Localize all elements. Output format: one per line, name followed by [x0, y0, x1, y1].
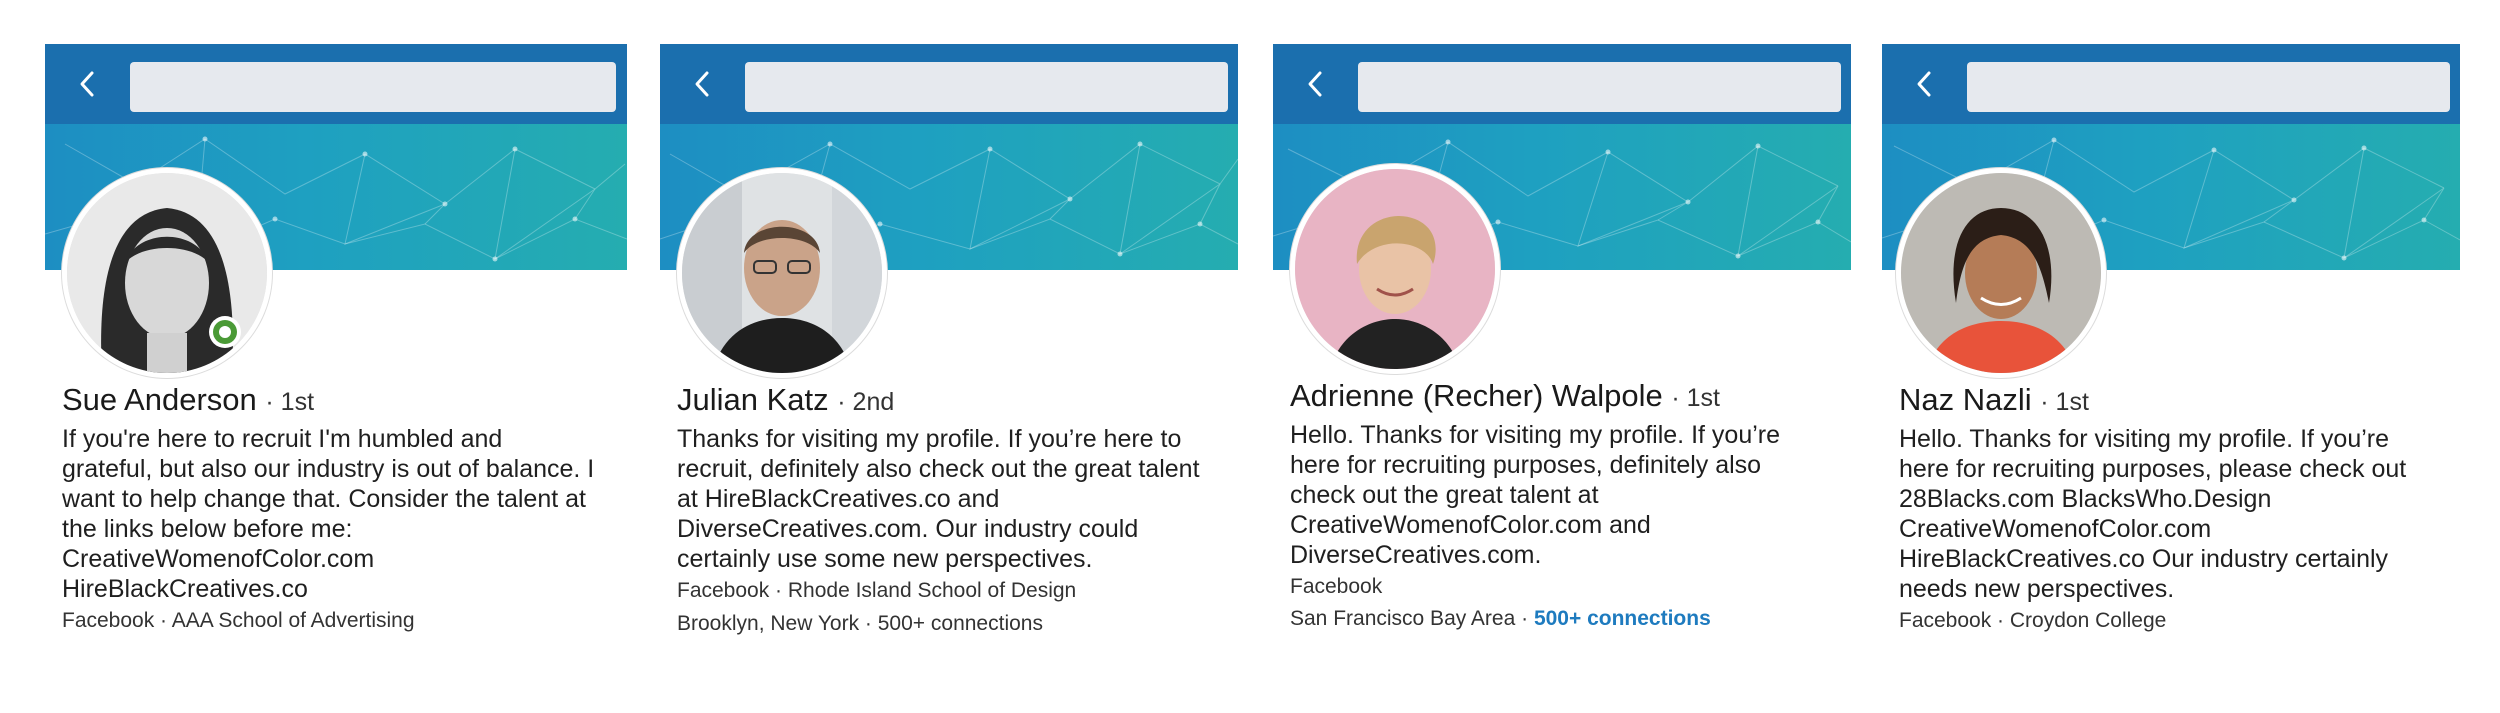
- connection-degree: · 1st: [2040, 388, 2089, 416]
- profile-name-line: Julian Katz · 2nd: [677, 380, 894, 422]
- profile-card-sue-anderson: Sue Anderson · 1st If you're here to rec…: [45, 44, 627, 664]
- top-nav-bar: [1882, 44, 2460, 124]
- profile-photo: [1295, 169, 1495, 369]
- top-nav-bar: [45, 44, 627, 124]
- chevron-left-icon[interactable]: [1914, 70, 1934, 98]
- profile-name-line: Adrienne (Recher) Walpole · 1st: [1290, 376, 1720, 418]
- top-nav-bar: [660, 44, 1238, 124]
- avatar[interactable]: [1290, 164, 1500, 374]
- top-nav-bar: [1273, 44, 1851, 124]
- profile-meta: Facebook · Croydon College: [1899, 609, 2167, 632]
- connection-degree: · 1st: [1671, 384, 1720, 412]
- online-status-indicator: [209, 316, 241, 348]
- avatar[interactable]: [62, 168, 272, 378]
- profile-location-connections: Brooklyn, New York · 500+ connections: [677, 612, 1043, 635]
- profile-photo: [1901, 173, 2101, 373]
- profile-headline: Hello. Thanks for visiting my profile. I…: [1899, 425, 2407, 603]
- profile-name: Adrienne (Recher) Walpole: [1290, 378, 1663, 413]
- profile-name-line: Naz Nazli · 1st: [1899, 380, 2089, 422]
- profile-location: San Francisco Bay Area ·: [1290, 607, 1529, 630]
- profile-name: Naz Nazli: [1899, 382, 2032, 417]
- chevron-left-icon[interactable]: [77, 70, 97, 98]
- search-input[interactable]: [1967, 62, 2450, 112]
- avatar[interactable]: [1896, 168, 2106, 378]
- profile-name: Sue Anderson: [62, 382, 257, 417]
- avatar[interactable]: [677, 168, 887, 378]
- search-input[interactable]: [745, 62, 1228, 112]
- search-input[interactable]: [130, 62, 616, 112]
- profile-headline: Hello. Thanks for visiting my profile. I…: [1290, 421, 1781, 569]
- profile-headline: If you're here to recruit I'm humbled an…: [62, 425, 595, 603]
- profile-photo: [67, 173, 267, 373]
- profile-location-connections: San Francisco Bay Area · 500+ connection…: [1290, 604, 1711, 634]
- profile-meta: Facebook · Rhode Island School of Design: [677, 579, 1077, 602]
- profile-card-julian-katz: Julian Katz · 2nd Thanks for visiting my…: [660, 44, 1238, 664]
- connections-link[interactable]: 500+ connections: [1534, 607, 1711, 630]
- profile-headline: Thanks for visiting my profile. If you’r…: [677, 425, 1200, 573]
- profile-meta: Facebook: [1290, 575, 1383, 598]
- profile-card-naz-nazli: Naz Nazli · 1st Hello. Thanks for visiti…: [1882, 44, 2460, 664]
- profile-name-line: Sue Anderson · 1st: [62, 380, 314, 422]
- chevron-left-icon[interactable]: [692, 70, 712, 98]
- profile-meta: Facebook · AAA School of Advertising: [62, 609, 415, 632]
- connection-degree: · 1st: [265, 388, 315, 416]
- connection-degree: · 2nd: [837, 388, 895, 416]
- profile-card-adrienne-walpole: Adrienne (Recher) Walpole · 1st Hello. T…: [1273, 44, 1851, 664]
- search-input[interactable]: [1358, 62, 1841, 112]
- profile-name: Julian Katz: [677, 382, 829, 417]
- profile-photo: [682, 173, 882, 373]
- chevron-left-icon[interactable]: [1305, 70, 1325, 98]
